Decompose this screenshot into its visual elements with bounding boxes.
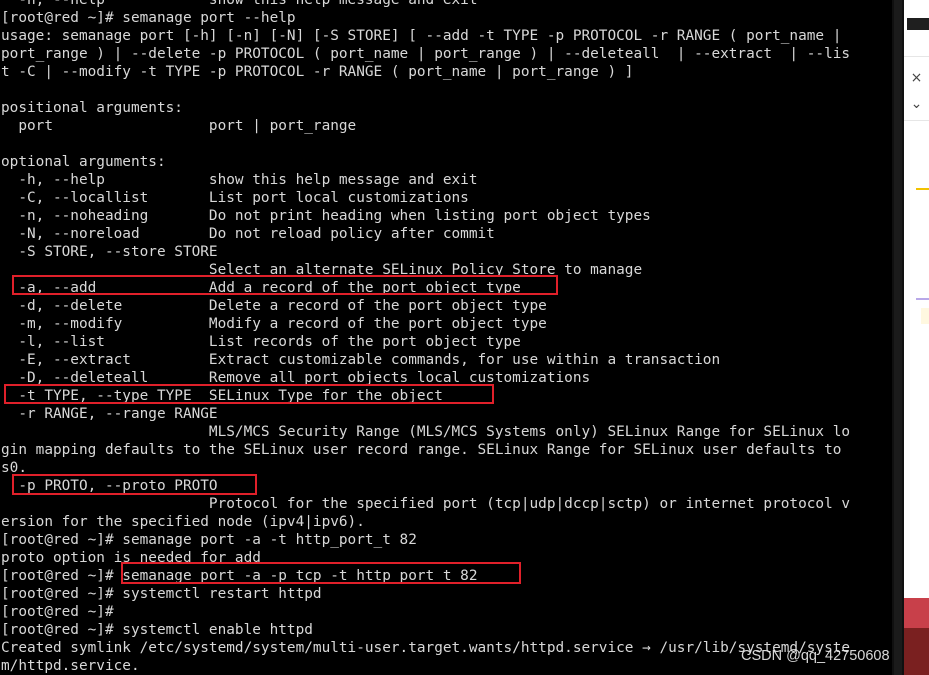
chevron-down-icon[interactable]: ⌄	[904, 92, 929, 116]
terminal-line: [root@red ~]# systemctl enable httpd	[1, 622, 313, 638]
terminal-line: port_range ) | --delete -p PROTOCOL ( po…	[1, 46, 851, 62]
terminal-line: -h, --help show this help message and ex…	[1, 172, 478, 188]
terminal-line: optional arguments:	[1, 154, 166, 170]
terminal-line: [root@red ~]# semanage port -a -t http_p…	[1, 532, 417, 548]
terminal-line: ersion for the specified node (ipv4|ipv6…	[1, 514, 365, 530]
side-toolbar-strip	[907, 18, 929, 30]
terminal-line: -l, --list List records of the port obje…	[1, 334, 521, 350]
terminal-window[interactable]: -h, --help show this help message and ex…	[0, 0, 892, 675]
side-purple-marker	[916, 298, 929, 300]
terminal-line: proto option is needed for add	[1, 550, 261, 566]
side-panel: × ⌄	[904, 0, 929, 675]
terminal-line: -n, --noheading Do not print heading whe…	[1, 208, 651, 224]
watermark: CSDN @qq_42750608	[741, 648, 890, 664]
terminal-line: [root@red ~]# semanage port --help	[1, 10, 296, 26]
terminal-line: -E, --extract Extract customizable comma…	[1, 352, 721, 368]
terminal-line: [root@red ~]# systemctl restart httpd	[1, 586, 322, 602]
terminal-line: s0.	[1, 460, 27, 476]
terminal-line: positional arguments:	[1, 100, 183, 116]
close-icon[interactable]: ×	[904, 66, 929, 90]
terminal-line: -t TYPE, --type TYPE SELinux Type for th…	[1, 388, 443, 404]
terminal-line: -h, --help show this help message and ex…	[1, 0, 478, 8]
terminal-line: -p PROTO, --proto PROTO	[1, 478, 218, 494]
terminal-line: -S STORE, --store STORE	[1, 244, 218, 260]
terminal-line: Protocol for the specified port (tcp|udp…	[1, 496, 851, 512]
terminal-line: m/httpd.service.	[1, 658, 140, 674]
terminal-line: Created symlink /etc/systemd/system/mult…	[1, 640, 851, 656]
terminal-scrollbar[interactable]	[892, 0, 904, 675]
terminal-line: MLS/MCS Security Range (MLS/MCS Systems …	[1, 424, 851, 440]
terminal-line: Select an alternate SELinux Policy Store…	[1, 262, 643, 278]
terminal-line: -a, --add Add a record of the port objec…	[1, 280, 521, 296]
side-divider	[904, 56, 929, 57]
terminal-line: t -C | --modify -t TYPE -p PROTOCOL -r R…	[1, 64, 634, 80]
terminal-line: [root@red ~]#	[1, 604, 114, 620]
terminal-line: port port | port_range	[1, 118, 357, 134]
terminal-output: -h, --help show this help message and ex…	[1, 0, 850, 675]
terminal-line: usage: semanage port [-h] [-n] [-N] [-S …	[1, 28, 842, 44]
terminal-line: -r RANGE, --range RANGE	[1, 406, 218, 422]
side-thumbnail-image	[904, 598, 929, 675]
terminal-line: -m, --modify Modify a record of the port…	[1, 316, 547, 332]
terminal-line: -d, --delete Delete a record of the port…	[1, 298, 547, 314]
terminal-line: -C, --locallist List port local customiz…	[1, 190, 469, 206]
scrollbar-thumb[interactable]	[894, 0, 902, 675]
terminal-line: -N, --noreload Do not reload policy afte…	[1, 226, 495, 242]
side-divider	[904, 120, 929, 121]
side-highlight-marker	[921, 308, 929, 324]
terminal-line: gin mapping defaults to the SELinux user…	[1, 442, 842, 458]
side-yellow-marker	[916, 188, 929, 190]
terminal-line: -D, --deleteall Remove all port objects …	[1, 370, 591, 386]
terminal-line: [root@red ~]# semanage port -a -p tcp -t…	[1, 568, 478, 584]
